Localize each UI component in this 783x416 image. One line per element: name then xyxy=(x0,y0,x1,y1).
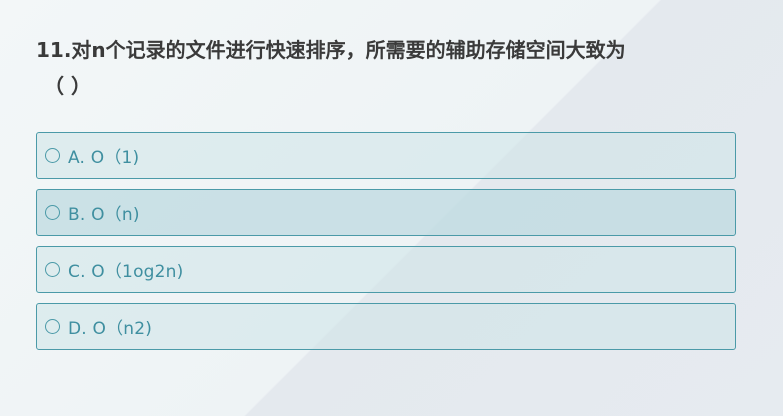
option-b[interactable]: B. O（n) xyxy=(36,189,736,236)
quiz-page: 11.对n个记录的文件进行快速排序，所需要的辅助存储空间大致为 （ ） A. O… xyxy=(0,0,783,416)
option-label: A. O（1) xyxy=(68,148,140,168)
radio-circle-icon[interactable] xyxy=(45,262,60,277)
option-label: B. O（n) xyxy=(68,205,140,225)
radio-circle-icon[interactable] xyxy=(45,205,60,220)
options-list: A. O（1) B. O（n) C. O（1og2n) D. O（n2) xyxy=(36,132,736,360)
option-label: C. O（1og2n) xyxy=(68,262,184,282)
radio-circle-icon[interactable] xyxy=(45,148,60,163)
option-c[interactable]: C. O（1og2n) xyxy=(36,246,736,293)
radio-circle-icon[interactable] xyxy=(45,319,60,334)
question-text: 11.对n个记录的文件进行快速排序，所需要的辅助存储空间大致为 （ ） xyxy=(36,32,746,104)
answer-blank: （ ） xyxy=(44,74,91,98)
option-d[interactable]: D. O（n2) xyxy=(36,303,736,350)
option-a[interactable]: A. O（1) xyxy=(36,132,736,179)
option-label: D. O（n2) xyxy=(68,319,153,339)
question-stem: 11.对n个记录的文件进行快速排序，所需要的辅助存储空间大致为 xyxy=(36,38,626,62)
